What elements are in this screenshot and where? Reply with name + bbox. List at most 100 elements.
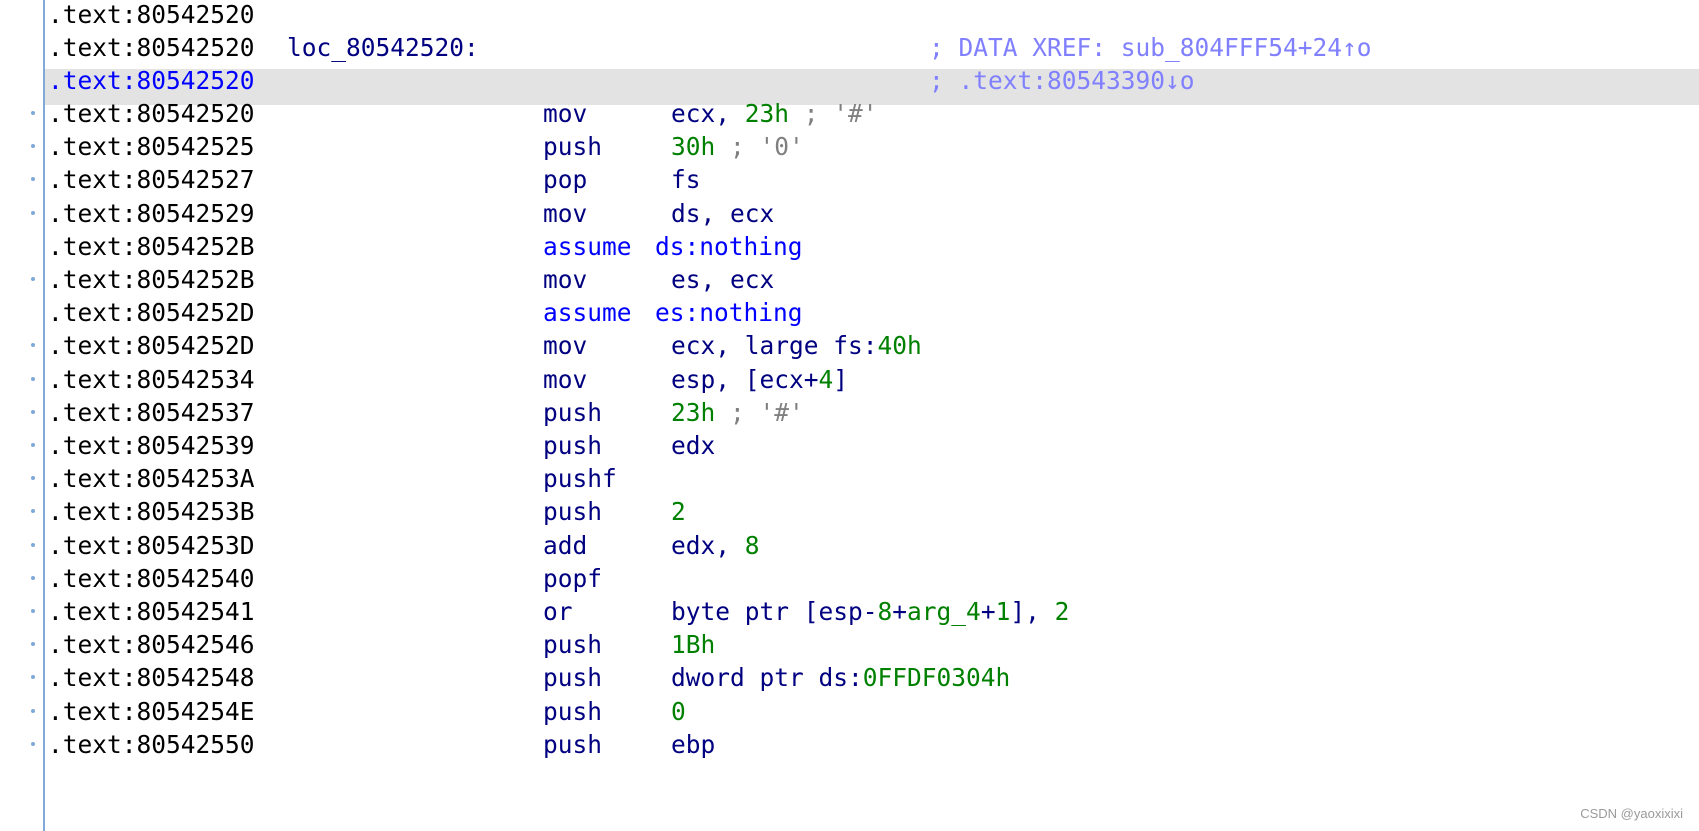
instruction-row[interactable]: .text:80542529 mov ds, ecx bbox=[0, 196, 1699, 232]
mnemonic[interactable]: push bbox=[543, 727, 602, 763]
address-label: .text:8054253B bbox=[48, 497, 255, 527]
operands[interactable]: es, ecx bbox=[671, 262, 774, 298]
char-comment: ; '0' bbox=[715, 132, 804, 162]
mnemonic[interactable]: popf bbox=[543, 561, 602, 597]
address-label: .text:8054254E bbox=[48, 696, 255, 726]
mnemonic[interactable]: push bbox=[543, 660, 602, 696]
mnemonic[interactable]: mov bbox=[543, 196, 587, 232]
operands[interactable]: ds, ecx bbox=[671, 196, 774, 232]
operand-text: esp, [ecx+ bbox=[671, 364, 819, 394]
mnemonic[interactable]: mov bbox=[543, 328, 587, 364]
mnemonic[interactable]: mov bbox=[543, 362, 587, 398]
breakpoint-dot-icon[interactable] bbox=[31, 111, 35, 115]
operands[interactable]: edx, 8 bbox=[671, 528, 760, 564]
mnemonic[interactable]: push bbox=[543, 395, 602, 431]
operands[interactable]: 2 bbox=[671, 494, 686, 530]
instruction-row[interactable]: .text:8054252D mov ecx, large fs:40h bbox=[0, 328, 1699, 364]
mnemonic[interactable]: push bbox=[543, 627, 602, 663]
breakpoint-dot-icon[interactable] bbox=[31, 575, 35, 580]
instruction-row[interactable]: .text:8054253A pushf bbox=[0, 461, 1699, 497]
operands[interactable]: ds:nothing bbox=[655, 229, 803, 265]
instruction-row[interactable]: .text:80542541 or byte ptr [esp-8+arg_4+1]… bbox=[0, 594, 1699, 630]
address-label: .text:80542548 bbox=[48, 663, 255, 693]
instruction-row[interactable]: .text:8054253D add edx, 8 bbox=[0, 528, 1699, 564]
mnemonic[interactable]: add bbox=[543, 528, 587, 564]
instruction-row[interactable]: .text:80542539 push edx bbox=[0, 428, 1699, 464]
operand-text: edx, bbox=[671, 530, 745, 560]
instruction-row[interactable]: .text:80542546 push 1Bh bbox=[0, 627, 1699, 663]
operand-number: 1Bh bbox=[671, 630, 716, 660]
operands[interactable]: 1Bh bbox=[671, 627, 715, 663]
operands[interactable]: ecx, 23h ; '#' bbox=[671, 96, 878, 132]
listing-row[interactable]: .text:80542520 loc_80542520: ; DATA XREF… bbox=[0, 30, 1699, 66]
address-label: .text:8054253A bbox=[48, 464, 255, 494]
breakpoint-dot-icon[interactable] bbox=[31, 277, 35, 281]
mnemonic[interactable]: pop bbox=[543, 162, 587, 198]
operands[interactable]: ebp bbox=[671, 727, 715, 763]
mnemonic[interactable]: push bbox=[543, 494, 602, 530]
instruction-row[interactable]: .text:80542537 push 23h ; '#' bbox=[0, 395, 1699, 431]
instruction-row[interactable]: .text:80542534 mov esp, [ecx+4] bbox=[0, 362, 1699, 398]
listing-row-selected[interactable]: .text:80542520 ; .text:80543390↓o bbox=[0, 63, 1699, 99]
breakpoint-dot-icon[interactable] bbox=[31, 509, 35, 514]
instruction-row[interactable]: .text:80542527 pop fs bbox=[0, 162, 1699, 198]
breakpoint-dot-icon[interactable] bbox=[31, 609, 35, 613]
instruction-row[interactable]: .text:8054252B mov es, ecx bbox=[0, 262, 1699, 298]
mnemonic[interactable]: push bbox=[543, 129, 602, 165]
code-label[interactable]: loc_80542520: bbox=[287, 30, 479, 66]
operands[interactable]: 30h ; '0' bbox=[671, 129, 804, 165]
operands[interactable]: byte ptr [esp-8+arg_4+1], 2 bbox=[671, 594, 1069, 630]
instruction-row[interactable]: .text:8054252D assume es:nothing bbox=[0, 295, 1699, 331]
operands[interactable]: 0 bbox=[671, 694, 686, 730]
breakpoint-dot-icon[interactable] bbox=[31, 210, 35, 215]
address-label: .text:80542527 bbox=[48, 165, 255, 195]
instruction-row[interactable]: .text:80542550 push ebp bbox=[0, 727, 1699, 763]
instruction-row[interactable]: .text:8054254E push 0 bbox=[0, 694, 1699, 730]
breakpoint-dot-icon[interactable] bbox=[31, 343, 35, 348]
mnemonic[interactable]: push bbox=[543, 694, 602, 730]
address-label: .text:80542546 bbox=[48, 630, 255, 660]
operands[interactable]: fs bbox=[671, 162, 701, 198]
operand-text: es:nothing bbox=[655, 298, 803, 328]
operand-text: ] bbox=[833, 364, 849, 394]
mnemonic[interactable]: mov bbox=[543, 96, 587, 132]
operands[interactable]: dword ptr ds:0FFDF0304h bbox=[671, 660, 1010, 696]
mnemonic[interactable]: mov bbox=[543, 262, 587, 298]
operands[interactable]: edx bbox=[671, 428, 715, 464]
breakpoint-dot-icon[interactable] bbox=[31, 708, 35, 713]
mnemonic[interactable]: pushf bbox=[543, 461, 617, 497]
address-label: .text:80542540 bbox=[48, 563, 255, 593]
instruction-row[interactable]: .text:8054252B assume ds:nothing bbox=[0, 229, 1699, 265]
operands[interactable]: esp, [ecx+4] bbox=[671, 362, 848, 398]
operands[interactable]: ecx, large fs:40h bbox=[671, 328, 922, 364]
instruction-row[interactable]: .text:80542520 mov ecx, 23h ; '#' bbox=[0, 96, 1699, 132]
instruction-row[interactable]: .text:80542540 popf bbox=[0, 561, 1699, 597]
instruction-row[interactable]: .text:80542548 push dword ptr ds:0FFDF0304… bbox=[0, 660, 1699, 696]
breakpoint-dot-icon[interactable] bbox=[31, 144, 35, 149]
disassembly-view[interactable]: .text:80542520 .text:80542520 loc_805425… bbox=[0, 0, 1699, 831]
address-label: .text:8054252D bbox=[48, 331, 255, 361]
listing-row[interactable]: .text:80542520 bbox=[0, 0, 1699, 33]
mnemonic[interactable]: push bbox=[543, 428, 602, 464]
operand-number: 23h bbox=[671, 397, 716, 427]
breakpoint-dot-icon[interactable] bbox=[31, 177, 35, 182]
breakpoint-dot-icon[interactable] bbox=[31, 542, 35, 547]
operands[interactable]: es:nothing bbox=[655, 295, 803, 331]
mnemonic[interactable]: or bbox=[543, 594, 573, 630]
directive[interactable]: assume bbox=[543, 229, 632, 265]
breakpoint-dot-icon[interactable] bbox=[31, 409, 35, 414]
breakpoint-dot-icon[interactable] bbox=[31, 675, 35, 680]
breakpoint-dot-icon[interactable] bbox=[31, 476, 35, 481]
breakpoint-dot-icon[interactable] bbox=[31, 642, 35, 647]
breakpoint-dot-icon[interactable] bbox=[31, 443, 35, 447]
operand-number: 0 bbox=[671, 696, 686, 726]
breakpoint-dot-icon[interactable] bbox=[31, 741, 35, 746]
xref-comment[interactable]: ; .text:80543390↓o bbox=[929, 63, 1195, 99]
operands[interactable]: 23h ; '#' bbox=[671, 395, 804, 431]
instruction-row[interactable]: .text:8054253B push 2 bbox=[0, 494, 1699, 530]
directive[interactable]: assume bbox=[543, 295, 632, 331]
breakpoint-dot-icon[interactable] bbox=[31, 376, 35, 381]
address-label: .text:80542537 bbox=[48, 397, 255, 427]
xref-comment[interactable]: ; DATA XREF: sub_804FFF54+24↑o bbox=[929, 30, 1372, 66]
instruction-row[interactable]: .text:80542525 push 30h ; '0' bbox=[0, 129, 1699, 165]
